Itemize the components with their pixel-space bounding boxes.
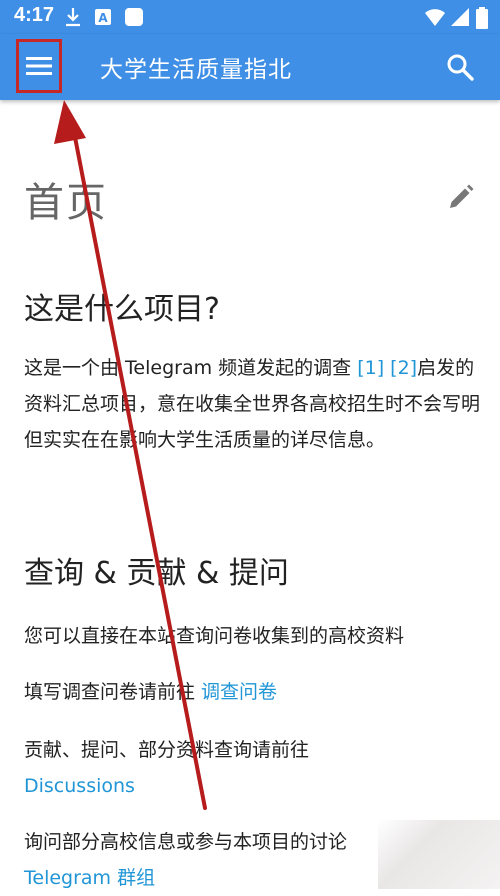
blurred-corner-overlay bbox=[378, 820, 500, 889]
status-time: 4:17 bbox=[14, 4, 55, 26]
section2-p2: 填写调查问卷请前往 调查问卷 bbox=[24, 674, 482, 710]
battery-icon bbox=[476, 7, 488, 29]
search-icon[interactable] bbox=[445, 52, 475, 82]
section-heading-query: 查询 & 贡献 & 提问 bbox=[24, 556, 289, 591]
wifi-icon bbox=[425, 9, 445, 26]
survey-link[interactable]: 调查问卷 bbox=[201, 681, 277, 703]
status-bar: 4:17 A bbox=[0, 0, 500, 34]
hamburger-menu-icon bbox=[26, 57, 52, 75]
app-bar: 大学生活质量指北 bbox=[0, 34, 500, 100]
reference-link-1[interactable]: [1] bbox=[357, 357, 384, 379]
reference-link-2[interactable]: [2] bbox=[390, 357, 417, 379]
app-title: 大学生活质量指北 bbox=[100, 57, 292, 83]
discussions-link[interactable]: Discussions bbox=[24, 768, 482, 804]
survey-prompt-text: 填写调查问卷请前往 bbox=[24, 681, 202, 703]
square-icon bbox=[125, 8, 143, 26]
section-heading-what: 这是什么项目? bbox=[24, 292, 220, 327]
section1-text-a: 这是一个由 Telegram 频道发起的调查 bbox=[24, 357, 358, 379]
section1-paragraph: 这是一个由 Telegram 频道发起的调查 [1] [2]启发的资料汇总项目，… bbox=[24, 350, 482, 458]
a-badge-icon: A bbox=[95, 9, 111, 25]
discussions-prompt-text: 贡献、提问、部分资料查询请前往 bbox=[24, 739, 310, 761]
download-icon bbox=[66, 8, 80, 27]
pencil-icon[interactable] bbox=[448, 184, 474, 210]
page-title: 首页 bbox=[24, 180, 108, 226]
menu-button[interactable] bbox=[16, 39, 62, 93]
section2-p3: 贡献、提问、部分资料查询请前往 Discussions bbox=[24, 732, 482, 804]
svg-text:A: A bbox=[98, 11, 108, 25]
signal-icon bbox=[451, 8, 469, 26]
section2-p1: 您可以直接在本站查询问卷收集到的高校资料 bbox=[24, 625, 405, 647]
